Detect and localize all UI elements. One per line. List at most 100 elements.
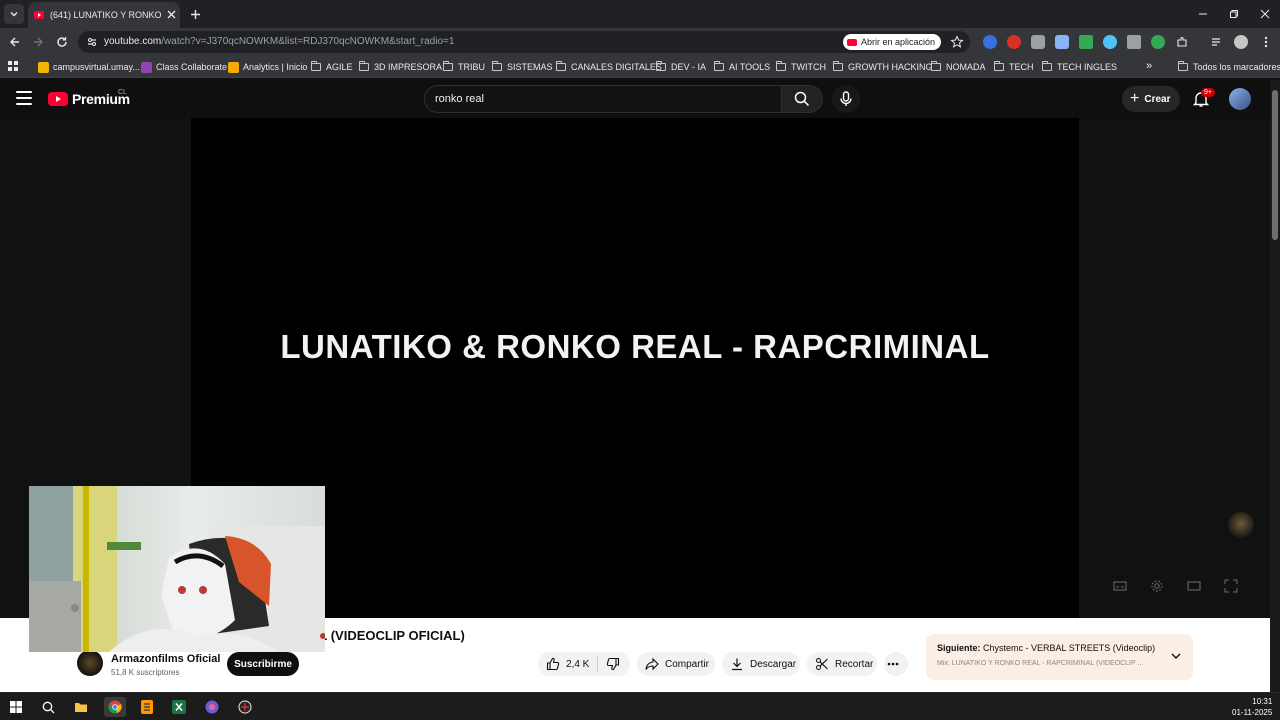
like-count[interactable]: 2,4 K — [566, 659, 589, 670]
camera-extension-icon[interactable] — [1031, 35, 1045, 49]
notification-badge: 9+ — [1201, 88, 1215, 97]
theater-mode-icon[interactable] — [1187, 579, 1201, 593]
screen-capture-extension-icon[interactable] — [1055, 35, 1069, 49]
clip-button[interactable]: Recortar — [807, 652, 877, 676]
system-clock[interactable]: 10:31 01-11-2025 — [1232, 696, 1272, 718]
scrollbar-thumb[interactable] — [1272, 90, 1278, 240]
bookmark-item[interactable]: SISTEMAS — [492, 60, 553, 74]
bookmark-label: SISTEMAS — [507, 62, 553, 72]
bookmark-star-icon[interactable] — [950, 35, 964, 49]
bookmark-label: TECH — [1009, 62, 1034, 72]
country-code: CL — [118, 89, 127, 96]
forward-button[interactable] — [30, 34, 46, 50]
create-button[interactable]: + Crear — [1122, 86, 1180, 112]
folder-icon — [656, 61, 666, 71]
profile-avatar[interactable] — [1234, 35, 1248, 49]
bookmark-item[interactable]: Analytics | Inicio — [228, 60, 307, 74]
share-label: Compartir — [665, 658, 709, 670]
bookmark-item[interactable]: AI TOOLS — [714, 60, 770, 74]
settings-gear-icon[interactable] — [1150, 579, 1164, 593]
voice-search-button[interactable] — [832, 85, 860, 113]
bookmark-item[interactable]: NOMADA — [931, 60, 986, 74]
close-tab-button[interactable] — [164, 7, 178, 21]
account-avatar[interactable] — [1229, 88, 1251, 110]
bookmark-label: DEV - IA — [671, 62, 707, 72]
more-actions-button[interactable] — [884, 652, 908, 676]
search-query: ronko real — [435, 93, 484, 105]
bookmark-item[interactable]: campusvirtual.umay... — [38, 60, 140, 74]
extension-icon[interactable] — [983, 35, 997, 49]
close-window-button[interactable] — [1257, 6, 1273, 22]
bookmark-label: 3D IMPRESORA — [374, 62, 443, 72]
chevron-down-icon[interactable] — [1170, 650, 1182, 662]
subscribe-button[interactable]: Suscribirme — [227, 652, 299, 676]
channel-name[interactable]: Armazonfilms Oficial — [111, 653, 220, 665]
address-bar[interactable]: youtube.com/watch?v=J370qcNOWKM&list=RDJ… — [78, 31, 970, 53]
channel-avatar[interactable] — [77, 650, 103, 676]
bookmark-item[interactable]: TECH — [994, 60, 1034, 74]
start-button[interactable] — [5, 697, 27, 717]
search-input[interactable]: ronko real — [424, 85, 782, 113]
restore-window-button[interactable] — [1226, 6, 1242, 22]
minimize-window-button[interactable] — [1195, 6, 1211, 22]
check-extension-icon[interactable] — [1151, 35, 1165, 49]
microphone-icon — [840, 91, 852, 106]
open-in-app-button[interactable]: Abrir en aplicación — [843, 34, 941, 50]
back-button[interactable] — [7, 34, 23, 50]
extensions-button[interactable] — [1174, 34, 1190, 50]
download-icon — [732, 658, 742, 671]
taskbar-chrome[interactable] — [104, 697, 126, 717]
new-tab-button[interactable] — [188, 7, 202, 21]
extension-icon[interactable] — [1007, 35, 1021, 49]
share-icon — [645, 657, 659, 671]
bookmark-item[interactable]: DEV - IA — [656, 60, 706, 74]
all-bookmarks-folder[interactable]: Todos los marcadores — [1178, 60, 1280, 74]
video-title: AL (VIDEOCLIP OFICIAL) — [310, 628, 465, 643]
bookmark-item[interactable]: TRIBU — [443, 60, 485, 74]
chrome-icon — [108, 700, 122, 714]
search-button[interactable] — [781, 85, 823, 113]
media-controls-button[interactable] — [1209, 34, 1225, 50]
fullscreen-icon[interactable] — [1224, 579, 1238, 593]
taskbar-app[interactable] — [201, 697, 223, 717]
scissors-icon — [816, 658, 828, 670]
taskbar-excel[interactable] — [168, 697, 190, 717]
playlist-icon — [1212, 38, 1220, 46]
thumbs-up-icon[interactable] — [546, 657, 560, 671]
page-scrollbar[interactable] — [1270, 80, 1280, 692]
channel-watermark-avatar[interactable] — [1228, 512, 1254, 538]
taskbar-sublime-text[interactable] — [136, 697, 158, 717]
more-bookmarks-chevron-icon[interactable]: » — [1146, 60, 1152, 72]
reload-button[interactable] — [54, 34, 70, 50]
tab-search-button[interactable] — [4, 4, 24, 24]
taskbar-search-button[interactable] — [37, 697, 59, 717]
bookmark-item[interactable]: Class Collaborate — [141, 60, 227, 74]
bookmark-item[interactable]: 3D IMPRESORA — [359, 60, 442, 74]
bookmark-item[interactable]: CANALES DIGITALES — [556, 60, 662, 74]
apps-grid-icon[interactable] — [8, 61, 19, 72]
grid-extension-icon[interactable] — [1127, 35, 1141, 49]
tab-title: (641) LUNATIKO Y RONKO REAL — [50, 10, 162, 20]
extension-icon[interactable] — [1103, 35, 1117, 49]
browser-tab-active[interactable]: (641) LUNATIKO Y RONKO REAL — [28, 2, 180, 28]
bookmark-item[interactable]: TECH INGLES — [1042, 60, 1117, 74]
download-button[interactable]: Descargar — [722, 652, 800, 676]
folder-icon — [311, 61, 321, 71]
arrow-right-icon — [34, 37, 43, 47]
guide-menu-button[interactable] — [16, 91, 32, 105]
bookmark-item[interactable]: GROWTH HACKING — [833, 60, 933, 74]
up-next-card[interactable]: Siguiente: Chystemc - VERBAL STREETS (Vi… — [926, 634, 1193, 680]
download-extension-icon[interactable] — [1079, 35, 1093, 49]
thumbs-down-icon[interactable] — [606, 657, 620, 671]
site-info-icon[interactable] — [86, 36, 98, 48]
taskbar-file-explorer[interactable] — [70, 697, 92, 717]
share-button[interactable]: Compartir — [637, 652, 715, 676]
folder-icon — [492, 61, 502, 71]
bookmark-item[interactable]: AGILE — [311, 60, 353, 74]
bookmark-item[interactable]: TWITCH — [776, 60, 826, 74]
chrome-menu-button[interactable] — [1258, 34, 1274, 50]
folder-icon — [443, 61, 453, 71]
taskbar-app[interactable] — [234, 697, 256, 717]
bookmark-label: AI TOOLS — [729, 62, 771, 72]
subtitles-icon[interactable] — [1113, 579, 1127, 593]
